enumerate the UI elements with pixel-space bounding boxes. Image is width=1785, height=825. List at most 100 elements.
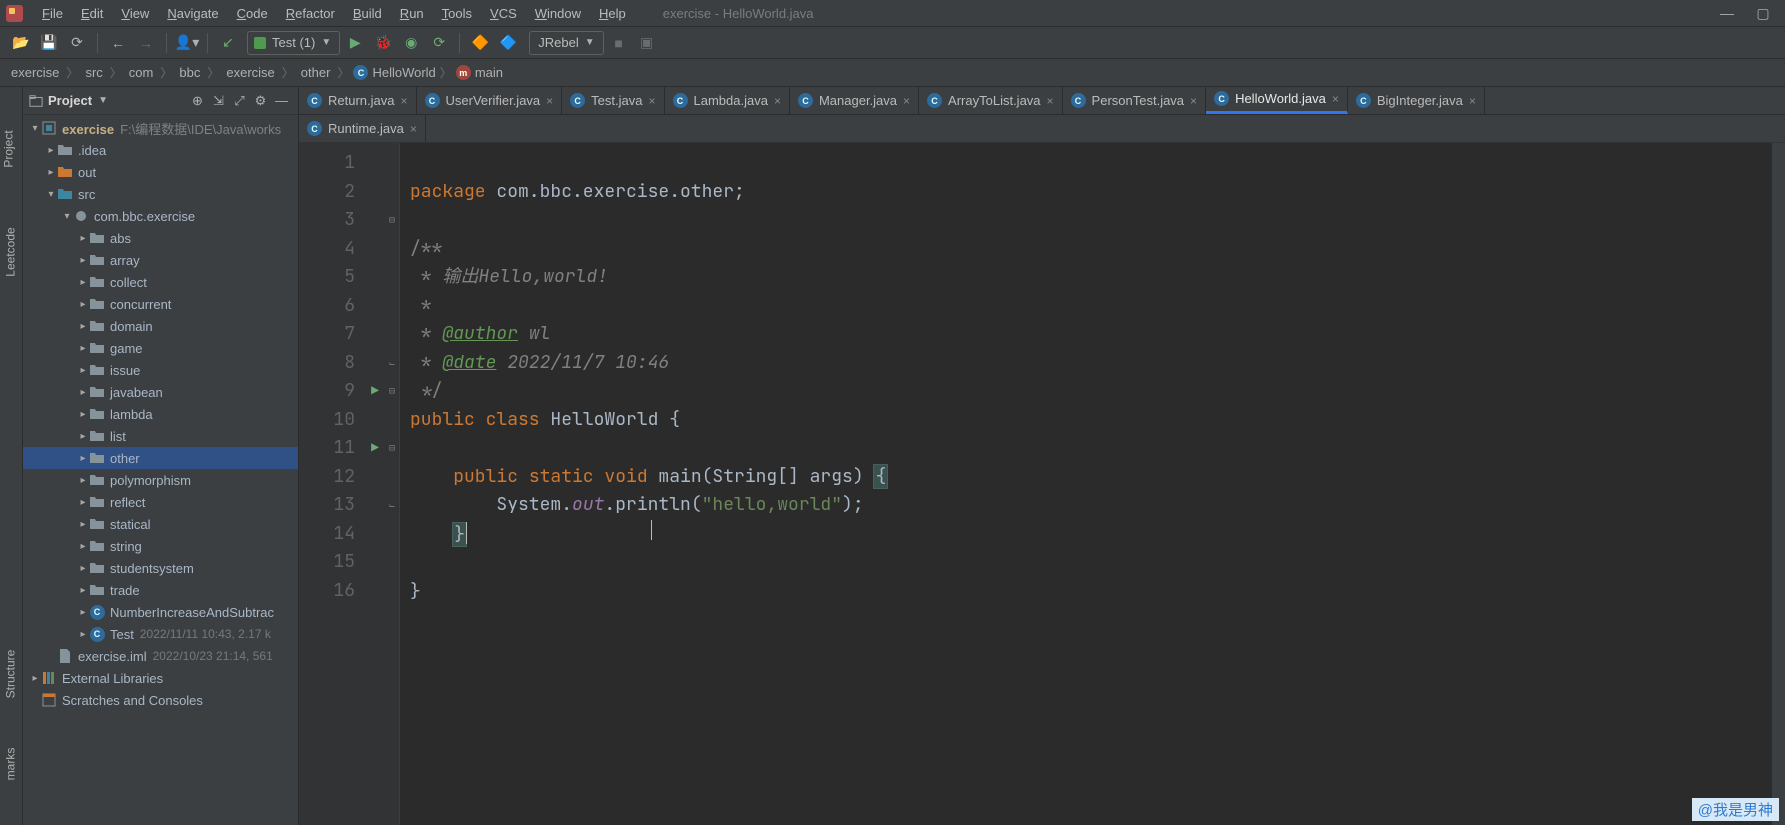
tree-row[interactable]: ▸concurrent	[23, 293, 298, 315]
close-icon[interactable]: ×	[1332, 92, 1339, 106]
locate-icon[interactable]: ⊕	[187, 93, 208, 109]
tree-chevron-icon[interactable]: ▸	[77, 365, 89, 376]
close-icon[interactable]: ×	[903, 94, 910, 108]
tree-chevron-icon[interactable]: ▸	[77, 475, 89, 486]
fold-toggle-icon[interactable]: ⊟	[385, 377, 399, 406]
menu-tools[interactable]: Tools	[433, 2, 481, 25]
breadcrumb-item[interactable]: src	[82, 65, 105, 80]
tree-chevron-icon[interactable]: ▾	[45, 189, 57, 200]
tree-chevron-icon[interactable]: ▸	[77, 629, 89, 640]
menu-edit[interactable]: Edit	[72, 2, 112, 25]
tree-chevron-icon[interactable]: ▸	[77, 497, 89, 508]
tree-row[interactable]: ▸out	[23, 161, 298, 183]
tree-row[interactable]: ▾exerciseF:\编程数据\IDE\Java\works	[23, 117, 298, 139]
fold-toggle-icon[interactable]: ⊟	[385, 206, 399, 235]
layout-icon[interactable]: ▣	[634, 31, 660, 55]
breadcrumb-class[interactable]: C HelloWorld	[353, 65, 435, 80]
run-config-selector[interactable]: Test (1) ▼	[247, 31, 340, 55]
tree-row[interactable]: ▸lambda	[23, 403, 298, 425]
editor-tab[interactable]: CLambda.java×	[665, 87, 790, 114]
hammer-icon[interactable]: ↙	[215, 31, 241, 55]
editor-tab[interactable]: CManager.java×	[790, 87, 919, 114]
close-icon[interactable]: ×	[648, 94, 655, 108]
menu-navigate[interactable]: Navigate	[158, 2, 227, 25]
tree-row[interactable]: ▸list	[23, 425, 298, 447]
coverage-icon[interactable]: ◉	[398, 31, 424, 55]
tree-row[interactable]: ▸polymorphism	[23, 469, 298, 491]
tree-chevron-icon[interactable]: ▾	[61, 211, 73, 222]
tree-chevron-icon[interactable]: ▸	[77, 541, 89, 552]
tree-row[interactable]: ▸other	[23, 447, 298, 469]
tree-chevron-icon[interactable]: ▸	[77, 299, 89, 310]
jrebel-selector[interactable]: JRebel ▼	[529, 31, 603, 55]
tree-row[interactable]: ▸domain	[23, 315, 298, 337]
rocket-icon[interactable]: 🔶	[467, 31, 493, 55]
user-icon[interactable]: 👤▾	[174, 31, 200, 55]
editor-tab[interactable]: CRuntime.java×	[299, 115, 426, 142]
tree-chevron-icon[interactable]: ▸	[77, 607, 89, 618]
tree-chevron-icon[interactable]: ▸	[77, 563, 89, 574]
menu-view[interactable]: View	[112, 2, 158, 25]
forward-icon[interactable]: →	[133, 31, 159, 55]
tree-row[interactable]: ▾src	[23, 183, 298, 205]
menu-code[interactable]: Code	[228, 2, 277, 25]
tree-chevron-icon[interactable]: ▾	[29, 123, 41, 134]
expand-icon[interactable]: ⇲	[208, 93, 229, 109]
editor-tab[interactable]: CPersonTest.java×	[1063, 87, 1207, 114]
editor-tab[interactable]: CTest.java×	[562, 87, 664, 114]
menu-window[interactable]: Window	[526, 2, 590, 25]
breadcrumb-item[interactable]: exercise	[223, 65, 277, 80]
tree-row[interactable]: ▸External Libraries	[23, 667, 298, 689]
editor-tab[interactable]: CReturn.java×	[299, 87, 417, 114]
tree-chevron-icon[interactable]: ▸	[77, 233, 89, 244]
open-icon[interactable]: 📂	[8, 31, 34, 55]
run-gutter-icon[interactable]: ▶	[371, 377, 379, 406]
fold-toggle-icon[interactable]: ⊟	[385, 434, 399, 463]
tree-row[interactable]: ▸statical	[23, 513, 298, 535]
tree-chevron-icon[interactable]: ▸	[77, 585, 89, 596]
settings-icon[interactable]: ⚙	[250, 93, 271, 109]
tree-row[interactable]: ▸issue	[23, 359, 298, 381]
tree-chevron-icon[interactable]: ▸	[77, 519, 89, 530]
tree-row[interactable]: ▸abs	[23, 227, 298, 249]
tree-row[interactable]: ▸javabean	[23, 381, 298, 403]
menu-help[interactable]: Help	[590, 2, 635, 25]
profile-icon[interactable]: ⟳	[426, 31, 452, 55]
sync-icon[interactable]: ⟳	[64, 31, 90, 55]
close-icon[interactable]: ×	[400, 94, 407, 108]
editor-tab[interactable]: CHelloWorld.java×	[1206, 86, 1348, 114]
tree-row[interactable]: ▸array	[23, 249, 298, 271]
tool-project[interactable]: Project	[2, 130, 16, 167]
editor-tab[interactable]: CUserVerifier.java×	[417, 87, 563, 114]
code-editor[interactable]: 12345678910111213141516 ▶▶ ⊟⌐⊟⊟⌐ package…	[299, 143, 1785, 825]
rocket2-icon[interactable]: 🔷	[495, 31, 521, 55]
tool-structure[interactable]: Structure	[3, 650, 17, 699]
tree-chevron-icon[interactable]: ▸	[29, 673, 41, 684]
project-tree[interactable]: ▾exerciseF:\编程数据\IDE\Java\works▸.idea▸ou…	[23, 115, 298, 825]
hide-icon[interactable]: —	[271, 93, 292, 108]
tree-row[interactable]: ▸collect	[23, 271, 298, 293]
minimize-button[interactable]: —	[1709, 2, 1745, 25]
breadcrumb-item[interactable]: exercise	[8, 65, 62, 80]
menu-build[interactable]: Build	[344, 2, 391, 25]
code-content[interactable]: package com.bbc.exercise.other; /** * 输出…	[400, 143, 1771, 825]
tree-row[interactable]: ▾com.bbc.exercise	[23, 205, 298, 227]
run-gutter-icon[interactable]: ▶	[371, 434, 379, 463]
tree-row[interactable]: ▸string	[23, 535, 298, 557]
tree-row[interactable]: ▸game	[23, 337, 298, 359]
tree-row[interactable]: ▸trade	[23, 579, 298, 601]
tree-row[interactable]: ▸CTest2022/11/11 10:43, 2.17 k	[23, 623, 298, 645]
close-icon[interactable]: ×	[1190, 94, 1197, 108]
tree-chevron-icon[interactable]: ▸	[77, 343, 89, 354]
tool-bookmarks[interactable]: marks	[3, 748, 17, 781]
tree-chevron-icon[interactable]: ▸	[77, 431, 89, 442]
debug-icon[interactable]: 🐞	[370, 31, 396, 55]
close-icon[interactable]: ×	[1469, 94, 1476, 108]
tree-chevron-icon[interactable]: ▸	[77, 387, 89, 398]
tree-chevron-icon[interactable]: ▸	[77, 277, 89, 288]
tool-leetcode[interactable]: Leetcode	[4, 227, 18, 276]
tree-chevron-icon[interactable]: ▸	[45, 145, 57, 156]
breadcrumb-item[interactable]: bbc	[176, 65, 203, 80]
editor-scrollbar[interactable]	[1771, 143, 1785, 825]
menu-file[interactable]: File	[33, 2, 72, 25]
